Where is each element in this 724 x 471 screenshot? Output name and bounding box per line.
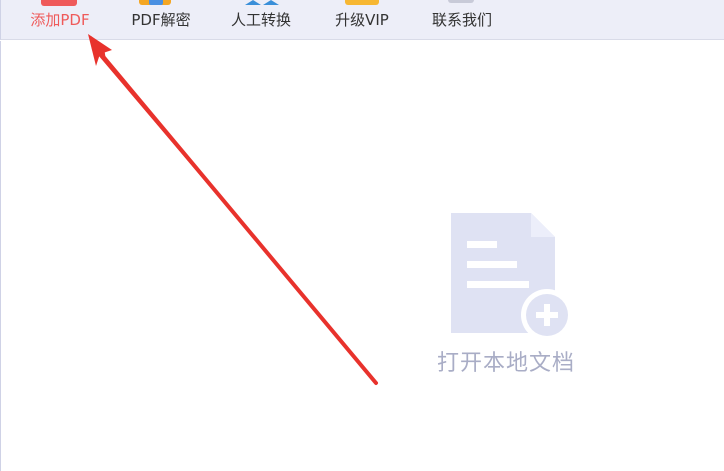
pdf-decrypt-label: PDF解密 — [131, 11, 191, 29]
contact-icon — [448, 0, 474, 3]
open-local-document-label: 打开本地文档 — [436, 351, 575, 376]
add-pdf-button[interactable]: 添加PDF — [23, 0, 97, 40]
main-content-area[interactable]: 打开本地文档 — [0, 41, 724, 471]
upgrade-vip-button[interactable]: 升级VIP — [327, 0, 397, 40]
pdf-decrypt-button[interactable]: PDF解密 — [123, 0, 199, 40]
upgrade-vip-label: 升级VIP — [335, 11, 389, 29]
manual-convert-label: 人工转换 — [230, 11, 291, 29]
vip-icon — [345, 0, 379, 5]
contact-us-label: 联系我们 — [431, 11, 492, 29]
app-window: 添加PDF PDF解密 人工转换 升级VIP 联系我们 打开本地文档 — [0, 0, 724, 471]
manual-convert-button[interactable]: 人工转换 — [225, 0, 297, 40]
add-pdf-label: 添加PDF — [30, 11, 90, 29]
open-local-document[interactable]: 打开本地文档 — [421, 211, 591, 421]
manual-convert-icon — [245, 0, 261, 5]
manual-convert-icon-right — [263, 0, 279, 5]
pdf-decrypt-icon-accent — [149, 0, 163, 5]
contact-us-button[interactable]: 联系我们 — [426, 0, 498, 40]
toolbar: 添加PDF PDF解密 人工转换 升级VIP 联系我们 — [0, 0, 724, 40]
add-pdf-icon — [41, 0, 77, 6]
add-document-icon — [451, 213, 573, 341]
